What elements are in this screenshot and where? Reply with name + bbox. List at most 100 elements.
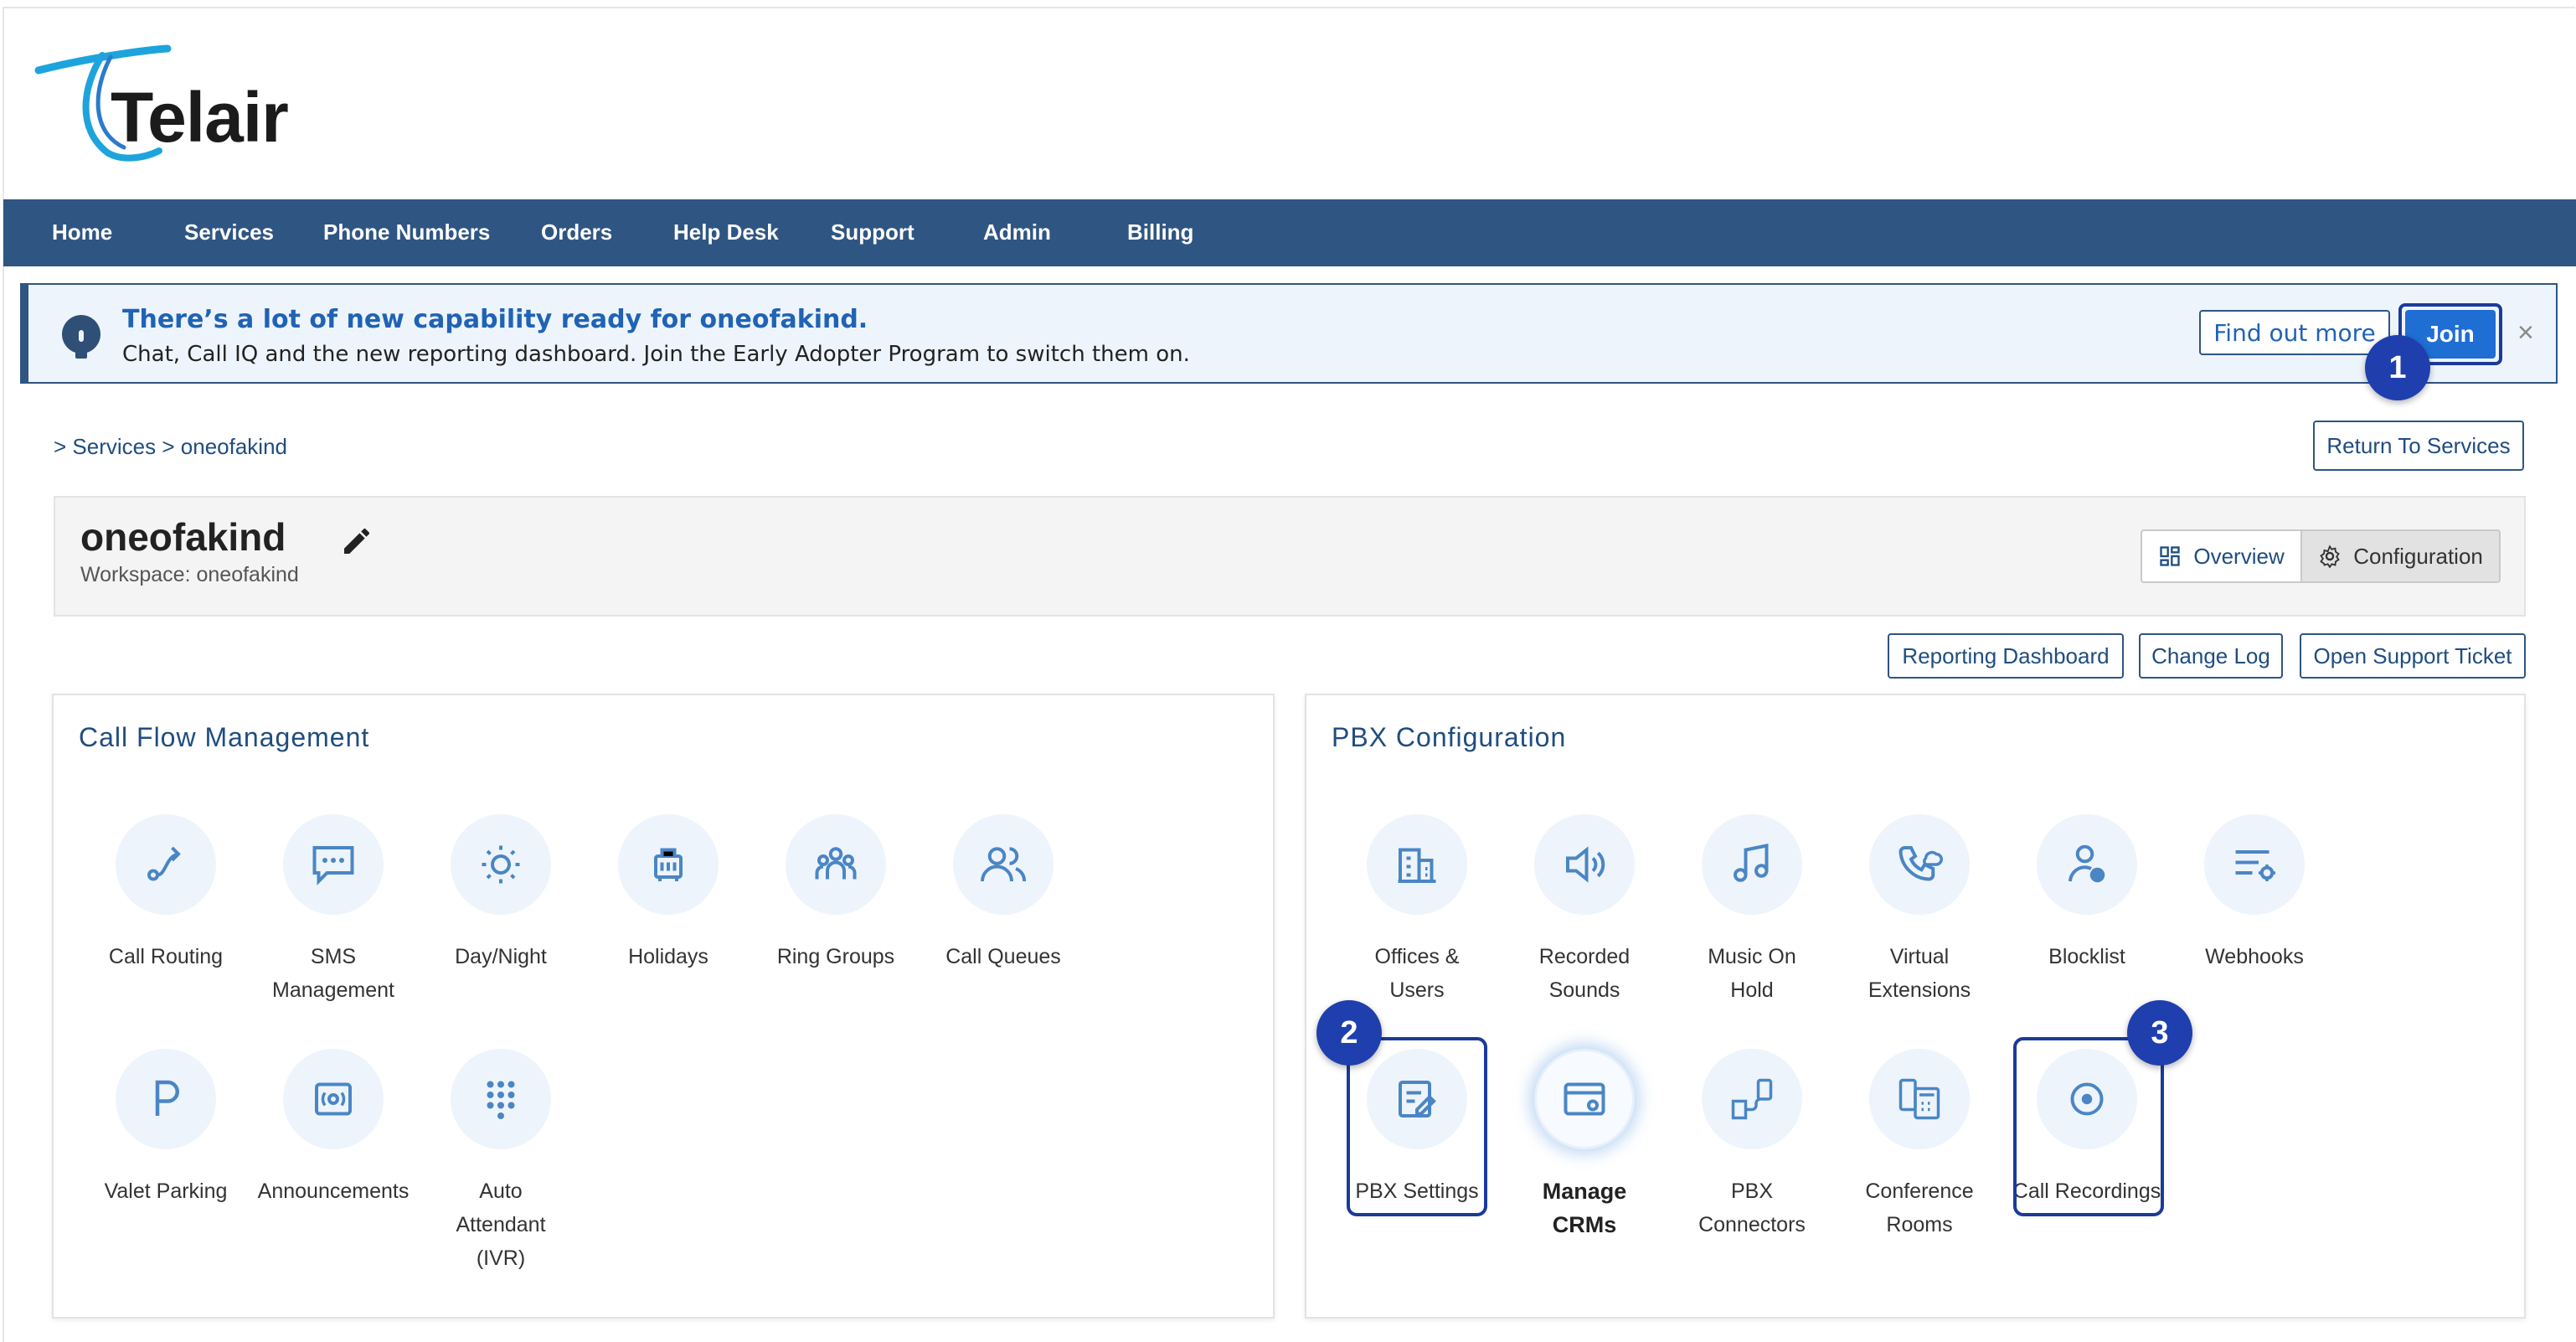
breadcrumb-services[interactable]: Services [72,434,156,459]
route-icon [147,846,181,881]
call-flow-panel: Call Flow Management Call Routing SMS Man… [52,694,1275,1319]
ring-groups-icon [815,847,857,880]
virtual-extensions-tile[interactable]: Virtual Extensions [1836,814,2003,1007]
virtual-extension-icon [1899,846,1943,881]
webhooks-tile[interactable]: Webhooks [2171,814,2338,973]
nav-orders[interactable]: Orders [541,219,612,245]
tile-label: Connectors [1698,1213,1806,1236]
tile-label: (IVR) [476,1247,526,1270]
return-to-services-button[interactable]: Return To Services [2313,421,2524,471]
nav-services[interactable]: Services [184,219,274,245]
reporting-dashboard-button[interactable]: Reporting Dashboard [1888,633,2124,679]
change-log-button[interactable]: Change Log [2139,633,2283,679]
announcements-tile[interactable]: Announcements [250,1049,417,1208]
conference-icon [1899,1078,1940,1120]
tile-label: Manage [1542,1179,1627,1204]
tile-label: Virtual [1889,945,1950,968]
tile-label: Webhooks [2205,945,2304,968]
banner-title: There’s a lot of new capability ready fo… [122,305,868,334]
grid-icon [2160,546,2181,566]
sms-management-tile[interactable]: SMS Management [250,814,417,1007]
pbx-configuration-title: PBX Configuration [1332,722,1567,752]
workspace-name: oneofakind [80,515,286,559]
nav-support[interactable]: Support [831,219,914,245]
connectors-icon [1731,1078,1773,1120]
valet-parking-tile[interactable]: Valet Parking [82,1049,250,1208]
pbx-connectors-tile[interactable]: PBX Connectors [1668,1049,1836,1241]
workspace-subtitle: Workspace: oneofakind [80,563,299,586]
tile-label: Hold [1730,978,1774,1002]
music-icon [1734,844,1769,882]
tile-label: Extensions [1868,978,1971,1002]
blocklist-tile[interactable]: Blocklist [2003,814,2171,973]
tab-overview-label: Overview [2193,543,2285,569]
sms-icon [312,846,354,885]
nav-home[interactable]: Home [52,219,112,245]
nav-billing[interactable]: Billing [1127,219,1193,245]
ring-groups-tile[interactable]: Ring Groups [752,814,920,973]
telair-logo[interactable]: Telair [33,42,335,168]
tile-label: Offices & [1374,945,1460,968]
brand-name: Telair [111,78,289,157]
step-badge-3: 3 [2127,1000,2192,1066]
offices-icon [1398,848,1436,883]
tile-label: PBX [1730,1179,1774,1203]
announcements-icon [315,1082,352,1116]
webhooks-icon [2235,850,2275,881]
close-icon[interactable]: × [2517,317,2534,349]
day-night-icon [482,845,520,884]
recorded-sounds-tile[interactable]: Recorded Sounds [1501,814,1668,1007]
workspace-header: oneofakind Workspace: oneofakind Overvie… [54,496,2526,617]
breadcrumb-current: oneofakind [180,434,288,459]
tile-label: Call Routing [108,945,224,968]
tile-label: SMS [310,945,357,968]
find-out-more-button[interactable]: Find out more [2199,310,2390,355]
tile-label: Sounds [1548,978,1620,1002]
tile-label: CRMs [1552,1212,1617,1237]
tile-label: Holidays [628,945,708,968]
open-support-ticket-button[interactable]: Open Support Ticket [2300,633,2526,679]
tab-overview[interactable]: Overview [2142,531,2300,581]
tab-configuration[interactable]: Configuration [2300,531,2499,581]
manage-crms-tile[interactable]: Manage CRMs [1501,1049,1668,1241]
call-routing-tile[interactable]: Call Routing [82,814,250,973]
speaker-icon [1566,846,1605,883]
gear-icon [2320,545,2341,568]
conference-rooms-tile[interactable]: Conference Rooms [1836,1049,2003,1241]
tile-label: Conference [1865,1179,1974,1203]
tile-label: Users [1389,978,1445,1002]
blocklist-icon [2069,844,2105,883]
tile-label: Music On [1708,945,1796,968]
tile-label: Announcements [257,1179,410,1203]
early-adopter-banner: There’s a lot of new capability ready fo… [20,283,2558,384]
main-nav: Home Services Phone Numbers Orders Help … [3,199,2576,266]
call-flow-title: Call Flow Management [79,722,370,752]
breadcrumb-separator: > [162,434,175,459]
tile-label: Recorded [1538,945,1631,968]
nav-admin[interactable]: Admin [983,219,1051,245]
day-night-tile[interactable]: Day/Night [417,814,585,973]
tile-label: Day/Night [455,945,547,968]
step-badge-2: 2 [1316,1000,1382,1066]
tab-configuration-label: Configuration [2353,543,2483,569]
auto-attendant-tile[interactable]: Auto Attendant (IVR) [417,1049,585,1275]
step-badge-1: 1 [2365,335,2430,400]
parking-icon [155,1080,179,1116]
tile-label: Call Queues [945,945,1061,968]
offices-users-tile[interactable]: Offices & Users [1333,814,1501,1007]
tile-label: Auto [479,1179,523,1203]
tile-label: Ring Groups [776,945,895,968]
music-on-hold-tile[interactable]: Music On Hold [1668,814,1836,1007]
crm-icon [1564,1082,1605,1116]
holidays-tile[interactable]: Holidays [585,814,752,973]
holidays-icon [654,848,683,881]
breadcrumb: > Services > oneofakind [54,434,287,460]
tile-label: Rooms [1886,1213,1953,1236]
tile-label: Valet Parking [104,1179,228,1203]
nav-phone-numbers[interactable]: Phone Numbers [323,219,490,245]
nav-help-desk[interactable]: Help Desk [673,219,779,245]
banner-subtitle: Chat, Call IQ and the new reporting dash… [122,342,1190,367]
edit-pencil-icon[interactable] [340,524,374,558]
call-queues-tile[interactable]: Call Queues [920,814,1087,973]
view-toggle: Overview Configuration [2141,529,2501,583]
